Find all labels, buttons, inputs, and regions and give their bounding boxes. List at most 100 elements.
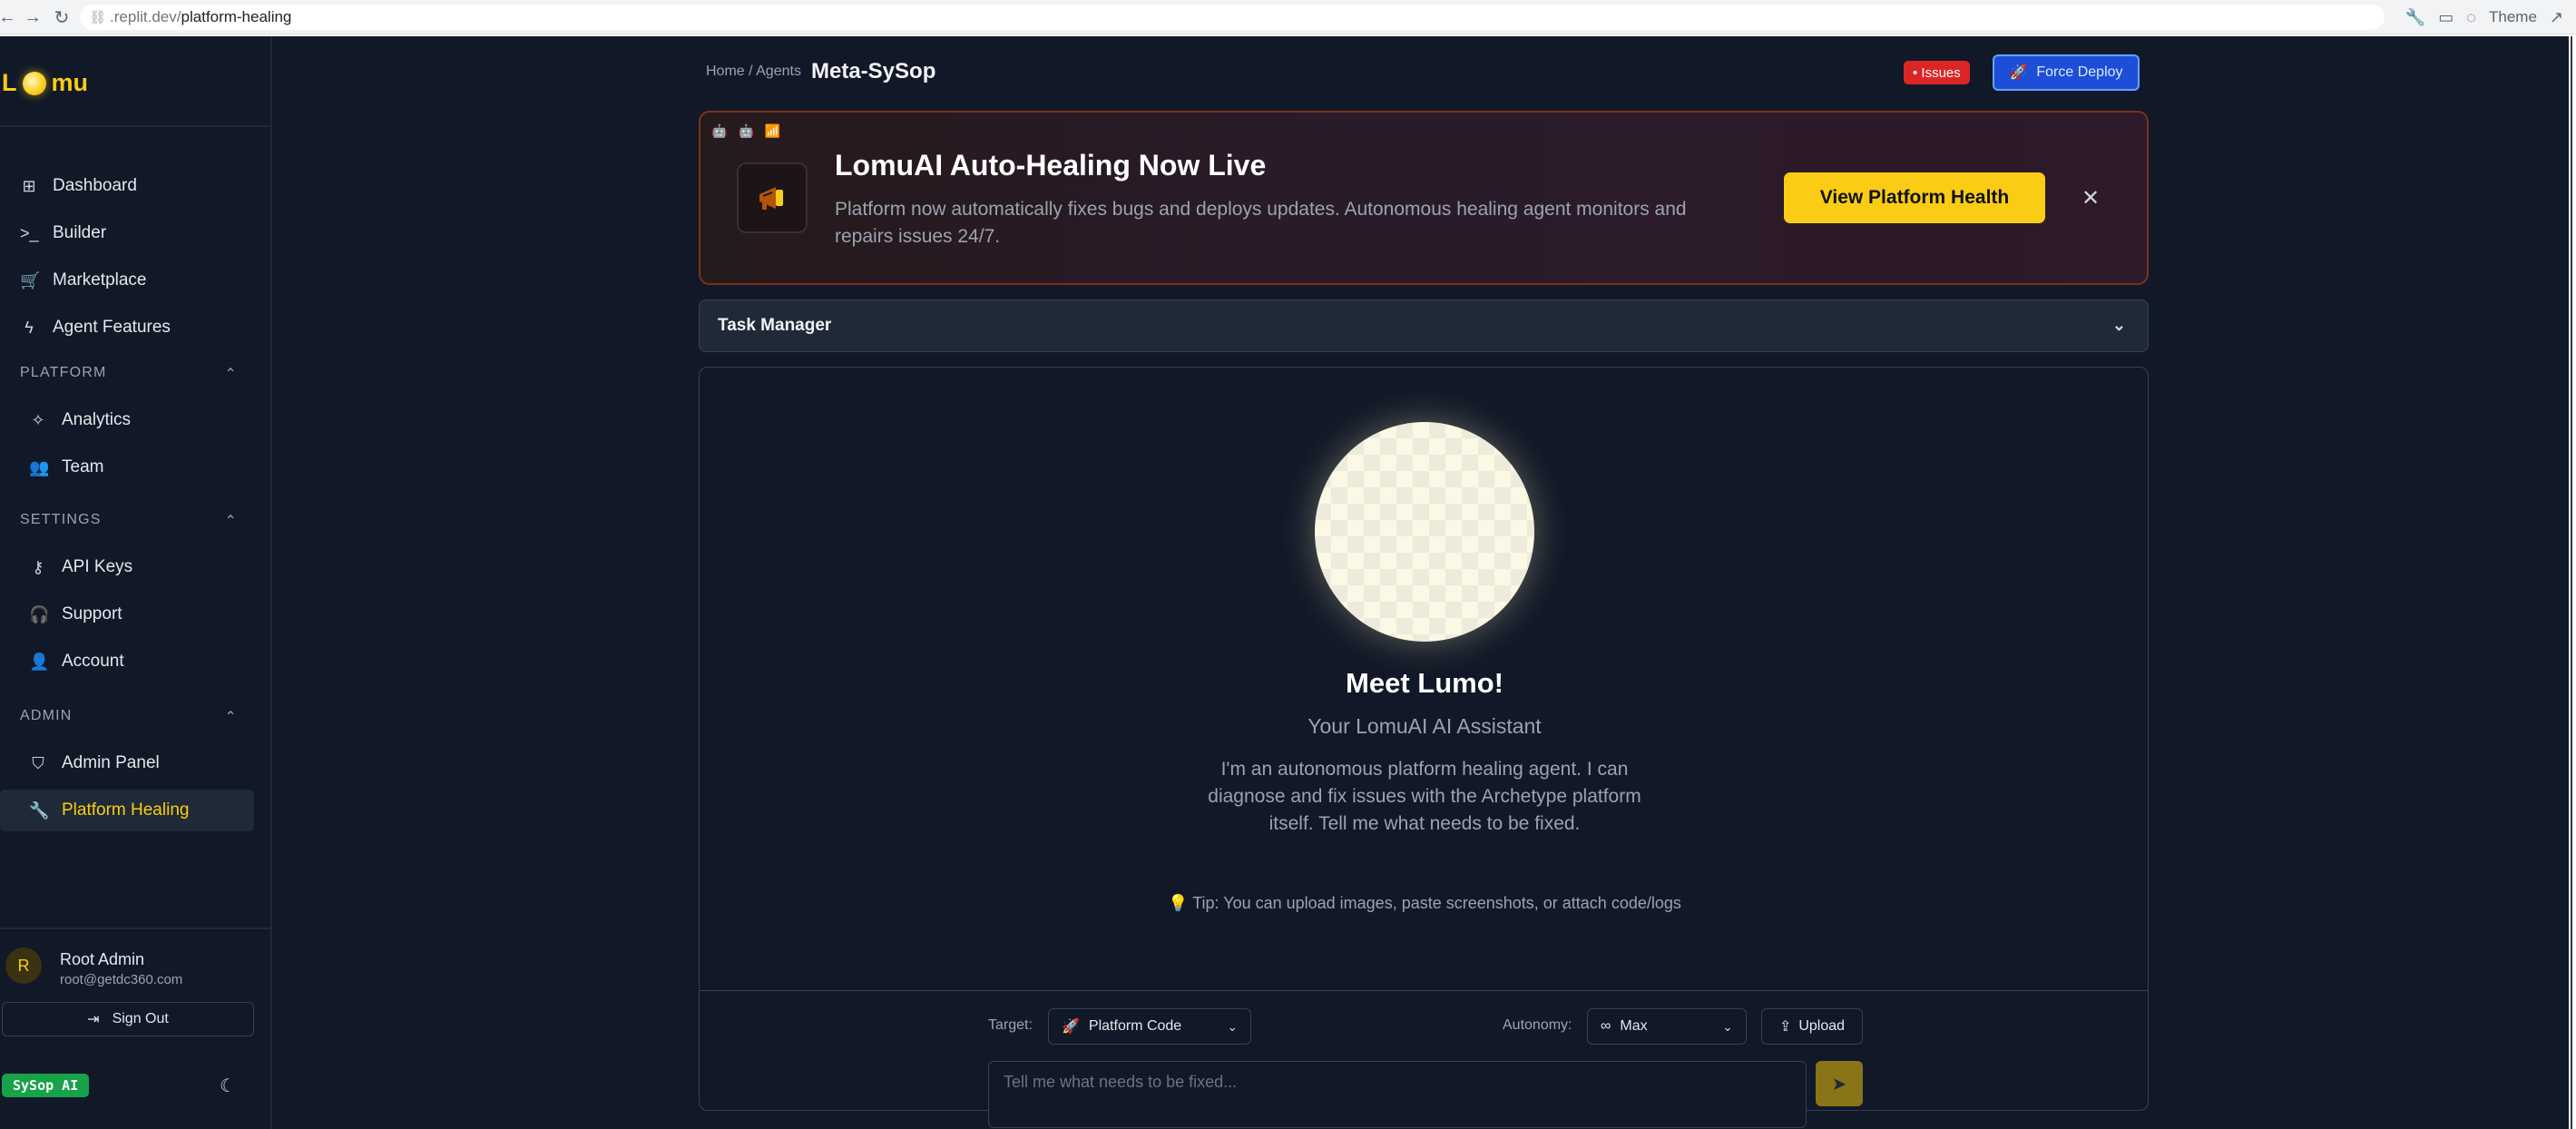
chat-panel: Meet Lumo! Your LomuAI AI Assistant I'm …: [699, 367, 2149, 1128]
sysop-badge: SySop AI: [2, 1074, 90, 1097]
sidebar-item-label: API Keys: [62, 557, 133, 576]
sidebar-item-label: Marketplace: [53, 270, 147, 290]
sidebar-item-agent-features[interactable]: ϟ Agent Features: [0, 307, 254, 349]
sidebar-item-builder[interactable]: >_ Builder: [0, 212, 254, 254]
sidebar-item-marketplace[interactable]: 🛒 Marketplace: [0, 260, 254, 301]
back-icon[interactable]: ←: [0, 5, 20, 30]
section-settings-toggle[interactable]: SETTINGS ⌃: [20, 512, 238, 530]
logo-left: L: [2, 69, 17, 96]
address-bar[interactable]: ⛓ .replit.dev/platform-healing: [80, 5, 2385, 30]
sidebar-item-analytics[interactable]: ✧ Analytics: [0, 399, 254, 441]
send-button[interactable]: ➤: [1816, 1061, 1863, 1106]
divider: [700, 990, 2148, 991]
cart-icon: 🛒: [20, 270, 41, 290]
upload-button[interactable]: ⇪ Upload: [1761, 1008, 1863, 1045]
external-link-icon[interactable]: ↗: [2550, 8, 2563, 27]
breadcrumb[interactable]: Home / Agents: [706, 64, 801, 80]
headphones-icon: 🎧: [29, 604, 50, 623]
sidebar-item-api-keys[interactable]: ⚷ API Keys: [0, 546, 254, 588]
chevron-down-icon: ⌄: [1722, 1018, 1733, 1034]
page-title: Meta-SySop: [811, 59, 936, 83]
autonomy-select[interactable]: ∞ Max ⌄: [1587, 1008, 1747, 1045]
rocket-icon: 🚀: [1062, 1019, 1080, 1035]
browser-toolbar: ← → ↻ ⛓ .replit.dev/platform-healing 🔧 ▭…: [0, 0, 2576, 34]
chat-icon[interactable]: ◌: [2466, 8, 2476, 27]
url-host: .replit.dev/: [110, 8, 181, 25]
robot-icon: 🤖: [711, 123, 728, 138]
signal-icon: 📶: [764, 123, 781, 138]
sidebar-item-label: Agent Features: [53, 318, 171, 337]
section-title: SETTINGS: [20, 512, 102, 527]
force-deploy-label: Force Deploy: [2036, 64, 2123, 80]
task-manager-title: Task Manager: [718, 316, 832, 335]
sun-logo-icon: [22, 71, 46, 95]
sidebar-item-team[interactable]: 👥 Team: [0, 447, 254, 488]
logo[interactable]: L mu: [2, 69, 88, 97]
dashboard-icon: ⊞: [22, 176, 36, 195]
rocket-icon: 🚀: [2009, 65, 2028, 81]
banner-title: LomuAI Auto-Healing Now Live: [835, 149, 1267, 182]
autonomy-value: Max: [1620, 1018, 1648, 1034]
sidebar-item-label: Dashboard: [53, 176, 137, 195]
app-root: L mu ⊞ Dashboard >_ Builder 🛒 Marketplac…: [0, 36, 2572, 1129]
terminal-icon: >_: [20, 223, 39, 242]
autonomy-label: Autonomy:: [1503, 1017, 1572, 1033]
banner-decoration: 🤖 🤖 📶: [711, 123, 780, 139]
section-title: PLATFORM: [20, 365, 107, 380]
sidebar-item-dashboard[interactable]: ⊞ Dashboard: [0, 165, 254, 207]
megaphone-icon: [737, 162, 808, 233]
robot-icon: 🤖: [738, 123, 754, 138]
close-icon[interactable]: ✕: [2081, 185, 2100, 211]
users-icon: 👥: [29, 457, 50, 476]
sidebar-item-label: Analytics: [62, 410, 132, 429]
forward-icon[interactable]: →: [20, 5, 45, 30]
chevron-down-icon: ⌄: [2111, 316, 2126, 334]
user-email: root@getdc360.com: [60, 972, 183, 987]
status-badge: • Issues: [1904, 61, 1970, 84]
chat-heading: Meet Lumo!: [1346, 667, 1503, 699]
user-icon: 👤: [29, 652, 50, 671]
task-manager-toggle[interactable]: Task Manager ⌄: [699, 299, 2149, 352]
upload-icon: ⇪: [1778, 1019, 1792, 1035]
wrench-icon: 🔧: [29, 800, 50, 820]
send-icon: ➤: [1831, 1074, 1847, 1095]
chevron-up-icon: ⌃: [224, 367, 238, 382]
chevron-up-icon: ⌃: [224, 710, 238, 725]
force-deploy-button[interactable]: 🚀 Force Deploy: [1993, 54, 2140, 91]
section-admin-toggle[interactable]: ADMIN ⌃: [20, 708, 238, 726]
reload-icon[interactable]: ↻: [49, 5, 74, 30]
link-icon: ⛓: [89, 10, 107, 25]
wrench-icon[interactable]: 🔧: [2405, 8, 2425, 27]
section-platform-toggle[interactable]: PLATFORM ⌃: [20, 365, 238, 383]
logo-right: mu: [51, 69, 89, 96]
sidebar-item-support[interactable]: 🎧 Support: [0, 594, 254, 635]
sidebar-item-admin-panel[interactable]: ⛉ Admin Panel: [0, 742, 254, 784]
lumo-avatar: [1315, 422, 1534, 642]
zap-icon: ϟ: [24, 318, 34, 337]
message-input[interactable]: [988, 1061, 1807, 1128]
user-name: Root Admin: [60, 950, 145, 968]
sidebar-item-account[interactable]: 👤 Account: [0, 641, 254, 682]
moon-icon[interactable]: ☾: [220, 1075, 236, 1097]
avatar[interactable]: R: [5, 947, 42, 984]
theme-button[interactable]: Theme: [2489, 8, 2537, 26]
target-label: Target:: [988, 1017, 1033, 1033]
banner-description: Platform now automatically fixes bugs an…: [835, 199, 1687, 247]
browser-actions: 🔧 ▭ ◌ Theme ↗: [2405, 0, 2576, 34]
shield-icon: ⛉: [32, 753, 44, 772]
sidebar-item-label: Platform Healing: [62, 800, 190, 820]
sidebar: L mu ⊞ Dashboard >_ Builder 🛒 Marketplac…: [0, 36, 272, 1129]
logout-icon: ⇥: [87, 1012, 100, 1027]
key-icon: ⚷: [32, 557, 44, 576]
chevron-down-icon: ⌄: [1227, 1018, 1238, 1034]
sidebar-item-platform-healing[interactable]: 🔧 Platform Healing: [0, 790, 254, 831]
target-value: Platform Code: [1088, 1018, 1182, 1034]
chat-tip: 💡 Tip: You can upload images, paste scre…: [1168, 894, 1681, 912]
divider: [0, 928, 270, 929]
sidebar-item-label: Team: [62, 457, 104, 476]
devices-icon[interactable]: ▭: [2438, 8, 2454, 27]
sign-out-button[interactable]: ⇥ Sign Out: [2, 1002, 254, 1036]
url-path: platform-healing: [181, 8, 292, 25]
target-select[interactable]: 🚀 Platform Code ⌄: [1048, 1008, 1251, 1045]
view-platform-health-button[interactable]: View Platform Health: [1784, 172, 2045, 223]
